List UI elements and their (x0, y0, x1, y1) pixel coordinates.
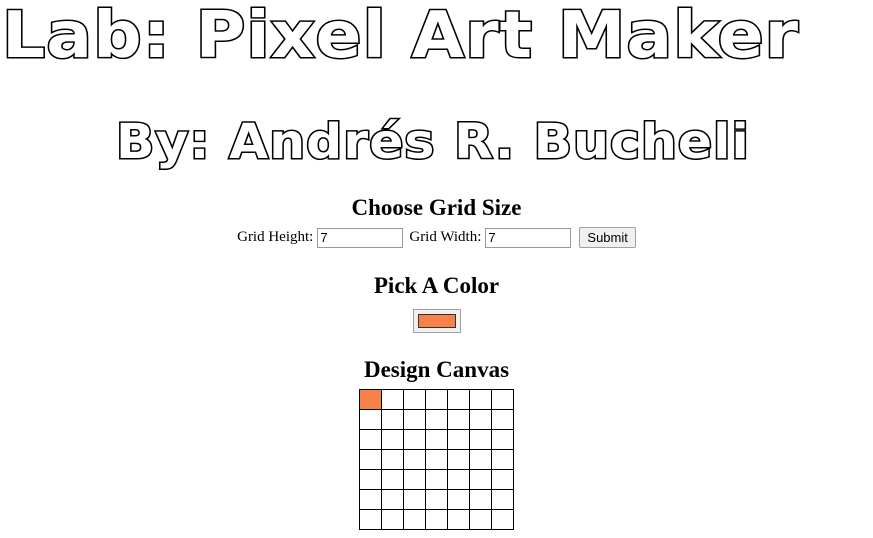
canvas-row (359, 449, 514, 470)
canvas-cell[interactable] (425, 469, 448, 490)
canvas-cell[interactable] (403, 409, 426, 430)
grid-size-section: Choose Grid Size Grid Height: Grid Width… (0, 196, 873, 248)
canvas-cell[interactable] (381, 429, 404, 450)
canvas-cell[interactable] (491, 509, 514, 530)
canvas-cell[interactable] (469, 409, 492, 430)
canvas-cell[interactable] (469, 449, 492, 470)
canvas-cell[interactable] (381, 509, 404, 530)
canvas-cell[interactable] (491, 389, 514, 410)
canvas-row (359, 429, 514, 450)
canvas-row (359, 489, 514, 510)
canvas-cell[interactable] (447, 389, 470, 410)
canvas-cell[interactable] (425, 449, 448, 470)
canvas-cell[interactable] (491, 429, 514, 450)
canvas-cell[interactable] (447, 509, 470, 530)
page-title: Lab: Pixel Art Maker (0, 0, 800, 73)
canvas-cell[interactable] (381, 449, 404, 470)
canvas-row (359, 509, 514, 530)
canvas-cell[interactable] (469, 489, 492, 510)
canvas-cell[interactable] (491, 409, 514, 430)
canvas-cell[interactable] (403, 389, 426, 410)
canvas-cell[interactable] (359, 489, 382, 510)
pixel-canvas (359, 389, 514, 530)
canvas-cell[interactable] (359, 429, 382, 450)
canvas-cell[interactable] (425, 429, 448, 450)
canvas-cell[interactable] (469, 509, 492, 530)
grid-size-heading: Choose Grid Size (351, 195, 522, 220)
canvas-cell[interactable] (447, 489, 470, 510)
design-canvas-section: Design Canvas (0, 358, 873, 530)
color-picker-section: Pick A Color (0, 274, 873, 338)
grid-width-input[interactable] (485, 227, 572, 248)
grid-height-label: Grid Height: (237, 229, 314, 245)
design-canvas-heading: Design Canvas (363, 357, 510, 382)
canvas-cell[interactable] (469, 389, 492, 410)
canvas-cell[interactable] (491, 469, 514, 490)
canvas-cell[interactable] (491, 449, 514, 470)
color-picker[interactable] (412, 309, 461, 333)
canvas-cell[interactable] (425, 509, 448, 530)
canvas-cell[interactable] (359, 389, 382, 410)
canvas-cell[interactable] (403, 429, 426, 450)
submit-button[interactable]: Submit (579, 227, 636, 248)
canvas-cell[interactable] (381, 469, 404, 490)
canvas-cell[interactable] (359, 509, 382, 530)
canvas-cell[interactable] (447, 469, 470, 490)
canvas-cell[interactable] (381, 409, 404, 430)
canvas-cell[interactable] (403, 449, 426, 470)
canvas-cell[interactable] (425, 389, 448, 410)
canvas-row (359, 409, 514, 430)
canvas-cell[interactable] (403, 469, 426, 490)
canvas-cell[interactable] (403, 489, 426, 510)
canvas-cell[interactable] (403, 509, 426, 530)
canvas-cell[interactable] (469, 429, 492, 450)
canvas-cell[interactable] (359, 449, 382, 470)
canvas-cell[interactable] (381, 389, 404, 410)
canvas-cell[interactable] (447, 409, 470, 430)
author-byline: By: Andrés R. Bucheli (114, 114, 750, 170)
grid-width-label: Grid Width: (409, 229, 482, 245)
color-swatch (417, 314, 456, 328)
canvas-cell[interactable] (381, 489, 404, 510)
canvas-cell[interactable] (425, 409, 448, 430)
canvas-cell[interactable] (447, 449, 470, 470)
grid-height-input[interactable] (317, 227, 404, 248)
canvas-cell[interactable] (447, 429, 470, 450)
pick-color-heading: Pick A Color (373, 273, 500, 298)
canvas-cell[interactable] (425, 489, 448, 510)
grid-size-form: Grid Height: Grid Width: Submit (237, 227, 636, 248)
canvas-cell[interactable] (469, 469, 492, 490)
canvas-row (359, 469, 514, 490)
canvas-cell[interactable] (491, 489, 514, 510)
canvas-cell[interactable] (359, 409, 382, 430)
canvas-cell[interactable] (359, 469, 382, 490)
canvas-row (359, 389, 514, 410)
